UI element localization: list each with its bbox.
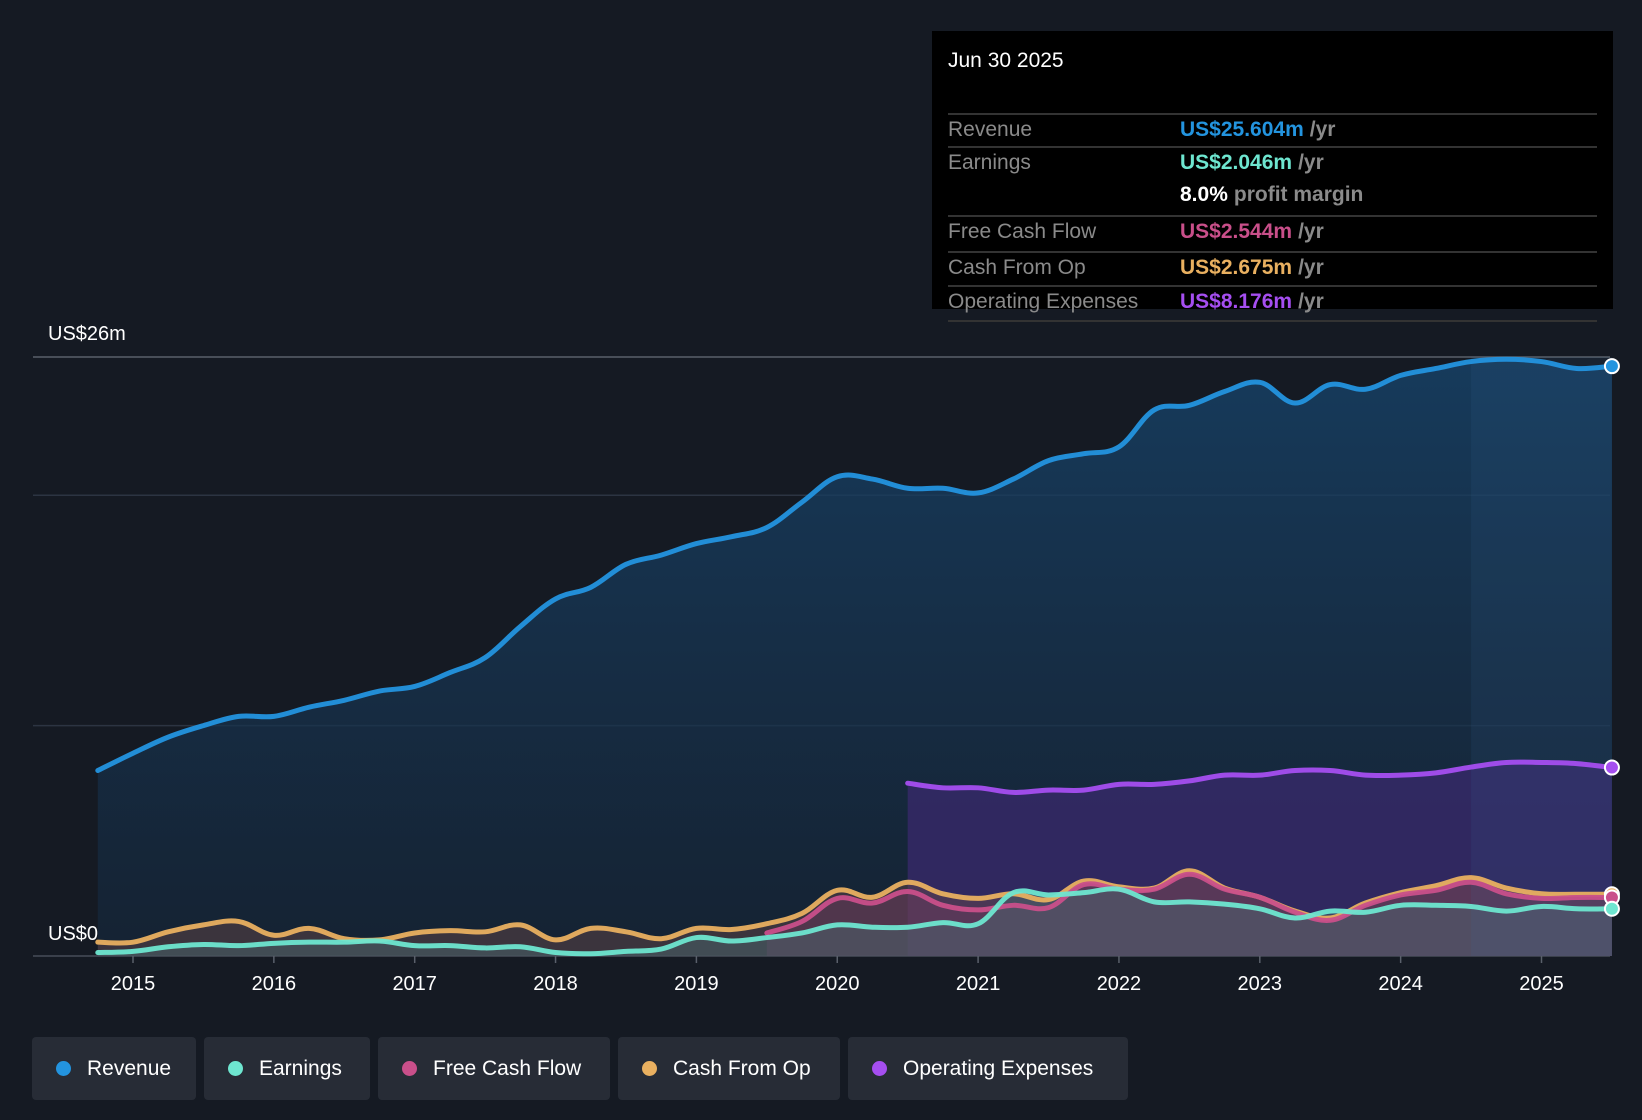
tooltip-row: Earnings US$2.046m/yr	[948, 146, 1597, 181]
tooltip-value: US$2.544m/yr	[1180, 220, 1324, 244]
legend-item-cash-from-op[interactable]: Cash From Op	[618, 1037, 840, 1100]
legend-dot-icon	[642, 1061, 657, 1076]
x-tick-label: 2017	[392, 973, 437, 995]
tooltip-value-unit: /yr	[1298, 220, 1324, 243]
tooltip-row: Operating Expenses US$8.176m/yr	[948, 285, 1597, 320]
tooltip-label: Operating Expenses	[948, 290, 1139, 313]
tooltip-value: US$8.176m/yr	[1180, 290, 1324, 314]
operating-expenses-end-marker	[1603, 759, 1620, 776]
tooltip-value-unit: /yr	[1298, 256, 1324, 279]
tooltip: Jun 30 2025 Revenue US$25.604m/yr Earnings…	[932, 31, 1613, 322]
y-tick-zero: US$0	[48, 923, 98, 945]
legend-label: Operating Expenses	[903, 1056, 1094, 1080]
tooltip-label: Earnings	[948, 151, 1031, 174]
tooltip-label: Revenue	[948, 118, 1033, 141]
x-tick-label: 2019	[674, 973, 719, 995]
y-tick-top: US$26m	[48, 323, 126, 345]
tooltip-date: Jun 30 2025	[948, 49, 1064, 72]
tooltip-value: US$2.675m/yr	[1180, 256, 1324, 280]
tooltip-value: 8.0% profit margin	[1180, 183, 1363, 207]
tooltip-row: Free Cash Flow US$2.544m/yr	[948, 215, 1597, 250]
x-tick-label: 2016	[252, 973, 297, 995]
x-tick-label: 2025	[1519, 973, 1564, 995]
tooltip-value-unit: profit margin	[1233, 183, 1364, 206]
legend-label: Cash From Op	[673, 1056, 811, 1080]
tooltip-row: Revenue US$25.604m/yr	[948, 113, 1597, 148]
tooltip-row: Cash From Op US$2.675m/yr	[948, 251, 1597, 286]
legend-dot-icon	[872, 1061, 887, 1076]
tooltip-value: US$2.046m/yr	[1180, 151, 1324, 175]
highlight-band	[1471, 356, 1612, 957]
legend-item-earnings[interactable]: Earnings	[204, 1037, 370, 1100]
x-tick-label: 2022	[1097, 973, 1142, 995]
x-tick-label: 2021	[956, 973, 1001, 995]
legend-item-revenue[interactable]: Revenue	[32, 1037, 196, 1100]
tooltip-value-number: US$2.675m	[1180, 256, 1293, 279]
series-areas	[97, 359, 1612, 956]
x-tick-label: 2020	[815, 973, 860, 995]
tooltip-value-unit: /yr	[1298, 151, 1324, 174]
legend-dot-icon	[402, 1061, 417, 1076]
tooltip-value-number: US$2.544m	[1180, 220, 1293, 243]
x-tick-label: 2018	[533, 973, 578, 995]
legend-item-free-cash-flow[interactable]: Free Cash Flow	[378, 1037, 610, 1100]
x-axis-ticks: 2015 2016 2017 2018 2019 2020 2021 2022 2023 2024…	[111, 956, 1564, 995]
x-tick-label: 2024	[1378, 973, 1423, 995]
tooltip-value-number: US$2.046m	[1180, 151, 1293, 174]
legend-label: Revenue	[87, 1056, 172, 1080]
tooltip-label: Free Cash Flow	[948, 220, 1097, 243]
tooltip-value-number: US$25.604m	[1180, 118, 1304, 141]
tooltip-divider	[948, 320, 1597, 322]
tooltip-value-number: US$8.176m	[1180, 290, 1293, 313]
legend-label: Earnings	[259, 1056, 342, 1080]
tooltip-value-unit: /yr	[1298, 290, 1324, 313]
tooltip-value-unit: /yr	[1309, 118, 1336, 141]
legend-label: Free Cash Flow	[433, 1056, 582, 1080]
legend-dot-icon	[228, 1061, 243, 1076]
tooltip-value: US$25.604m/yr	[1180, 118, 1335, 142]
tooltip-value-number: 8.0%	[1180, 183, 1228, 206]
x-tick-label: 2015	[111, 973, 156, 995]
x-tick-label: 2023	[1238, 973, 1283, 995]
revenue-end-marker	[1603, 358, 1620, 375]
tooltip-label: Cash From Op	[948, 256, 1086, 279]
tooltip-row: 8.0% profit margin	[948, 180, 1597, 213]
earnings-end-marker	[1603, 900, 1620, 917]
legend-dot-icon	[56, 1061, 71, 1076]
legend-item-operating-expenses[interactable]: Operating Expenses	[848, 1037, 1128, 1100]
